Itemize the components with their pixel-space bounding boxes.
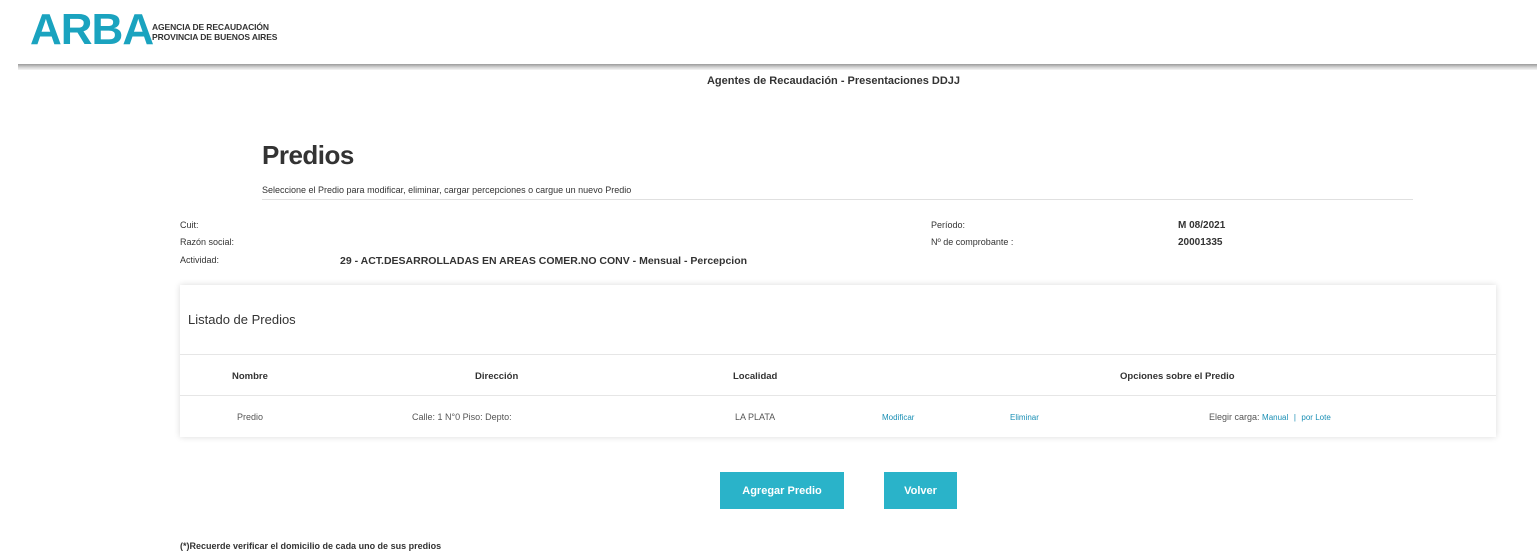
card-divider <box>180 354 1496 355</box>
agregar-predio-button[interactable]: Agregar Predio <box>720 472 844 509</box>
cell-direccion: Calle: 1 N°0 Piso: Depto: <box>412 412 512 422</box>
col-header-direccion: Dirección <box>475 371 519 382</box>
carga-separator: | <box>1293 413 1296 422</box>
row-divider <box>180 395 1496 396</box>
footnote: (*)Recuerde verificar el domicilio de ca… <box>180 541 442 551</box>
page-title: Predios <box>262 140 354 170</box>
actividad-label: Actividad: <box>180 255 220 265</box>
arba-logo[interactable]: ARBA <box>30 6 154 54</box>
col-header-opciones: Opciones sobre el Predio <box>1120 371 1235 382</box>
por-lote-link[interactable]: por Lote <box>1301 413 1330 422</box>
razon-social-label: Razón social: <box>180 237 235 247</box>
manual-link[interactable]: Manual <box>1262 413 1288 422</box>
agency-name: AGENCIA DE RECAUDACIÓN PROVINCIA DE BUEN… <box>152 22 277 42</box>
title-divider <box>262 199 1413 200</box>
agency-line-2: PROVINCIA DE BUENOS AIRES <box>152 32 278 42</box>
periodo-value: M 08/2021 <box>1178 220 1226 231</box>
comprobante-value: 20001335 <box>1178 237 1223 248</box>
volver-button[interactable]: Volver <box>884 472 957 509</box>
header: ARBA AGENCIA DE RECAUDACIÓN PROVINCIA DE… <box>0 0 1537 66</box>
comprobante-label: Nº de comprobante : <box>931 237 1014 247</box>
page-subtitle: Seleccione el Predio para modificar, eli… <box>262 185 632 195</box>
elegir-carga: Elegir carga: Manual | por Lote <box>1209 412 1331 422</box>
top-bar <box>18 64 1537 70</box>
periodo-label: Período: <box>931 220 966 230</box>
col-header-nombre: Nombre <box>232 371 268 382</box>
modificar-link[interactable]: Modificar <box>882 413 914 422</box>
section-title: Agentes de Recaudación - Presentaciones … <box>706 75 961 87</box>
page: ARBA AGENCIA DE RECAUDACIÓN PROVINCIA DE… <box>0 0 1537 552</box>
eliminar-link[interactable]: Eliminar <box>1010 413 1039 422</box>
cell-nombre: Predio <box>237 412 264 422</box>
col-header-localidad: Localidad <box>733 371 778 382</box>
card-title: Listado de Predios <box>188 312 296 327</box>
cuit-label: Cuit: <box>180 220 199 230</box>
predios-card: Listado de Predios Nombre Dirección Loca… <box>180 285 1496 437</box>
agency-line-1: AGENCIA DE RECAUDACIÓN <box>152 22 269 32</box>
actividad-value: 29 - ACT.DESARROLLADAS EN AREAS COMER.NO… <box>340 255 748 267</box>
elegir-carga-label: Elegir carga: <box>1209 412 1260 422</box>
cell-localidad: LA PLATA <box>735 412 776 422</box>
